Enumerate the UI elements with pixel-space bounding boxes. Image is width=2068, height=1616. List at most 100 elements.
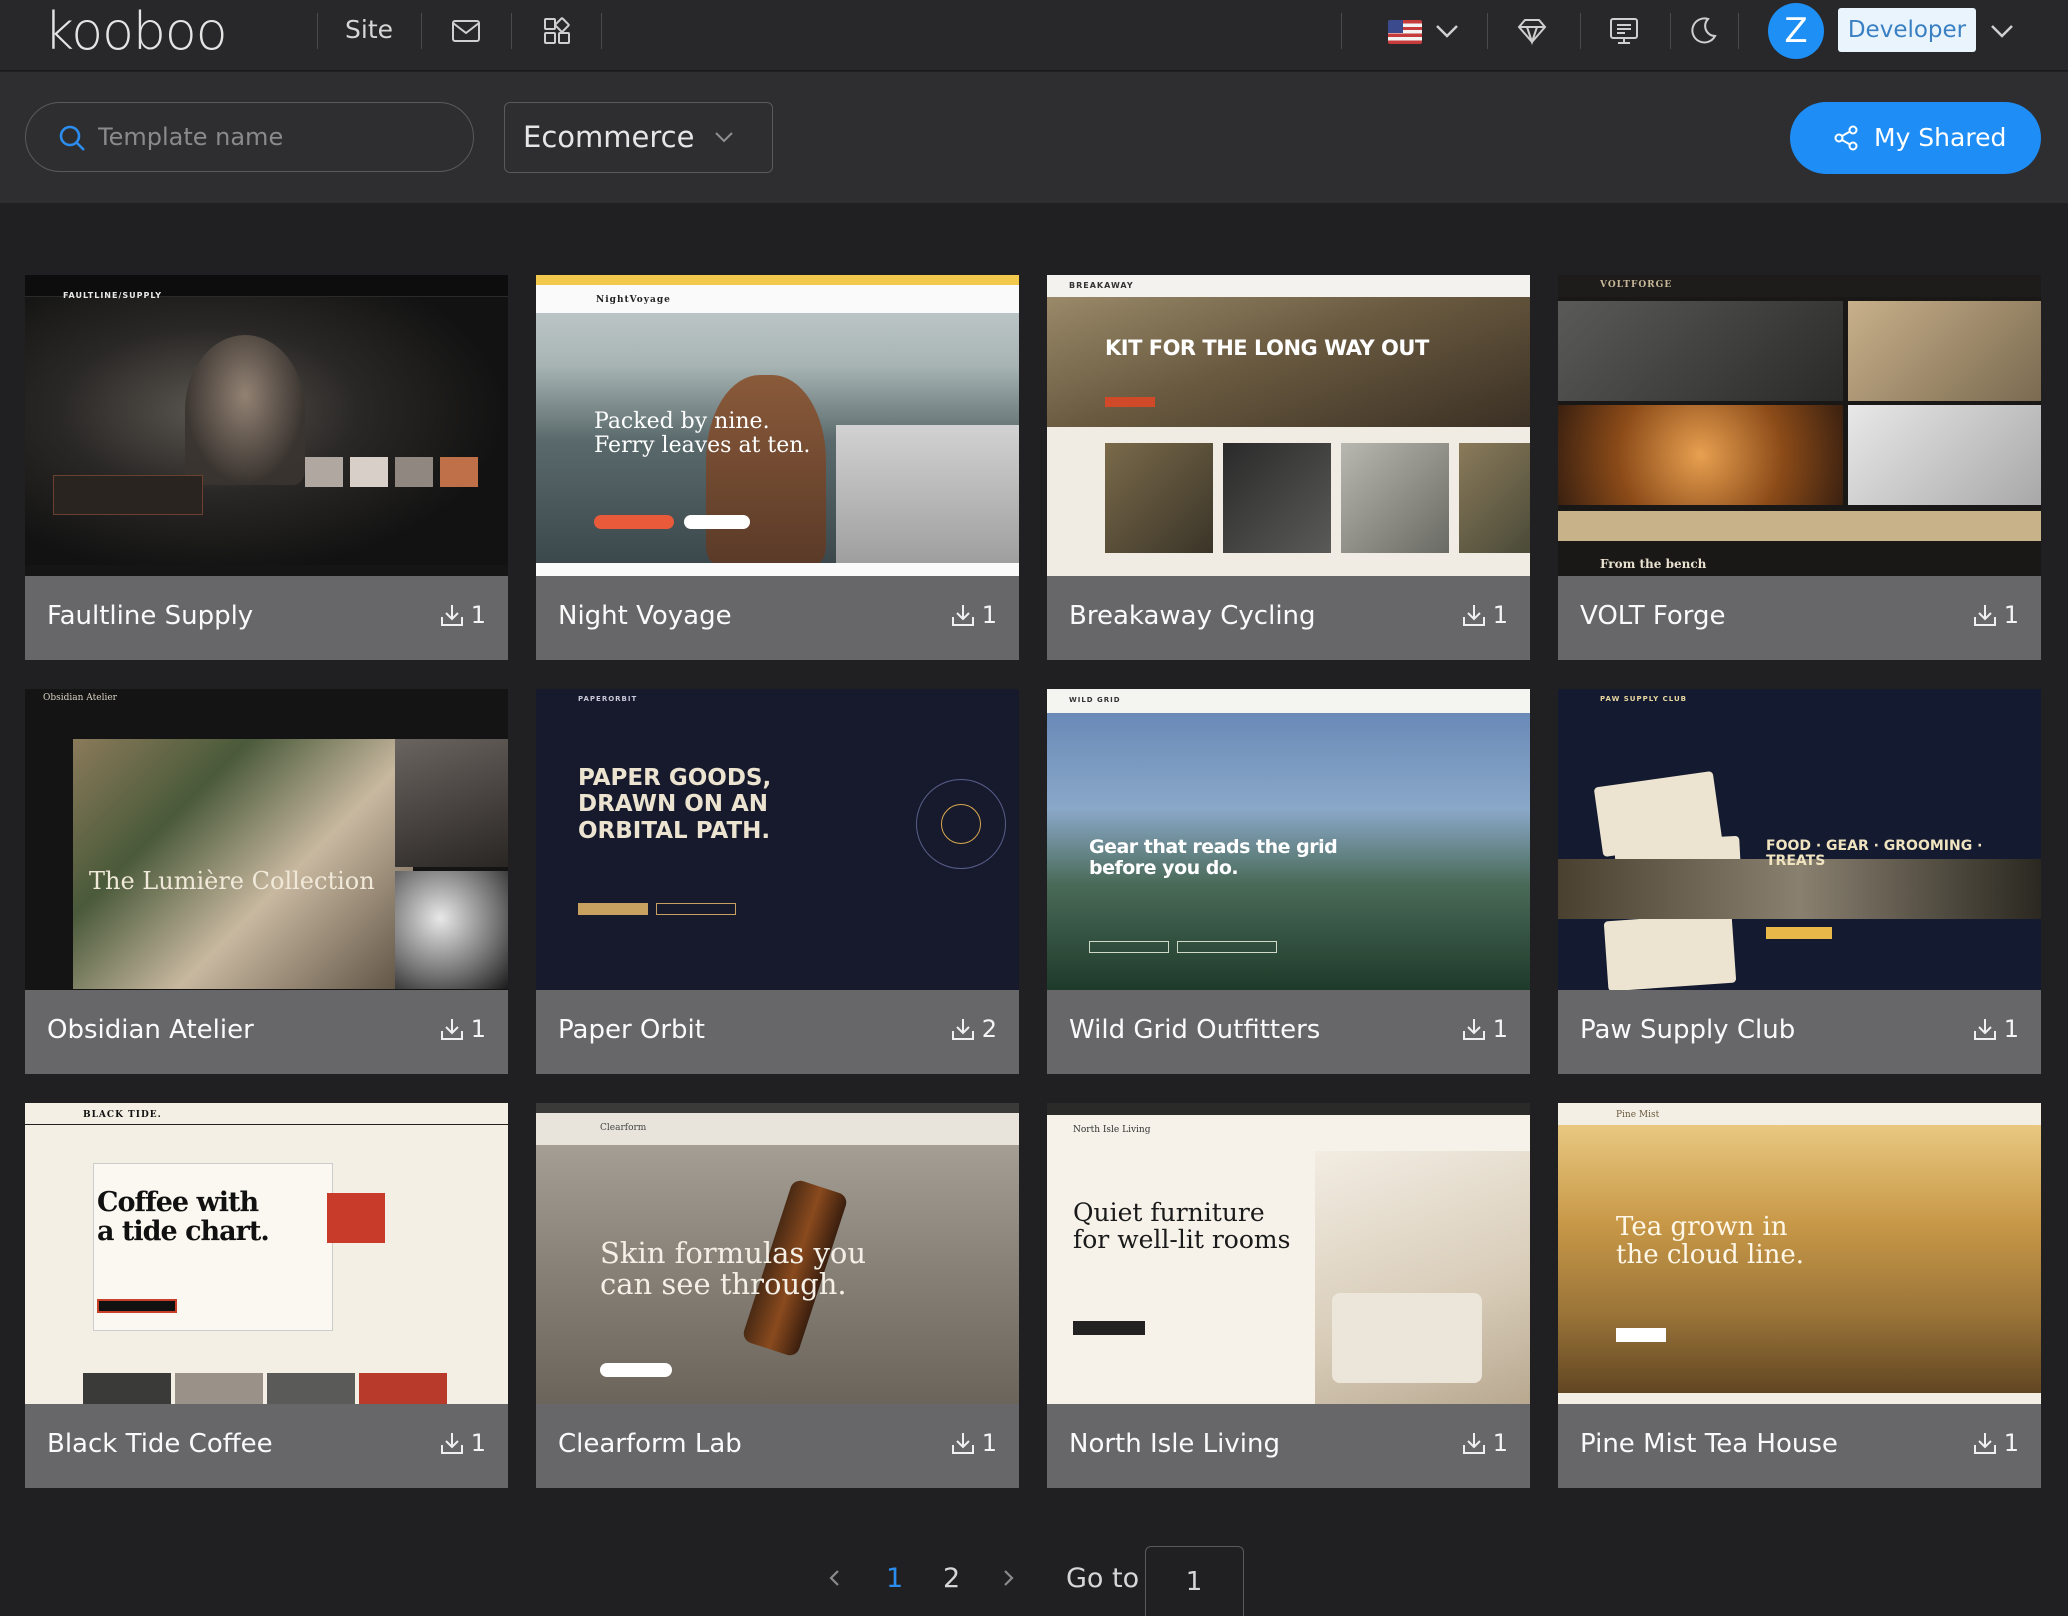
template-card-pine-mist-tea-house[interactable]: Pine Mist Tea grown in the cloud line. Pi… <box>1558 1103 2041 1488</box>
chevron-down-icon[interactable] <box>1433 20 1461 42</box>
dark-mode-moon-icon[interactable] <box>1686 14 1720 48</box>
download-count[interactable]: 1 <box>1461 1429 1508 1459</box>
category-selected-value: Ecommerce <box>523 120 695 154</box>
thumb-brand: Obsidian Atelier <box>43 693 117 703</box>
template-card-volt-forge[interactable]: VOLTFORGE From the bench VOLT Forge 1 <box>1558 275 2041 660</box>
download-count-value: 1 <box>2003 601 2019 629</box>
template-name: Night Voyage <box>558 601 732 631</box>
download-count-value: 1 <box>470 1429 486 1457</box>
nav-site-link[interactable]: Site <box>345 14 393 46</box>
download-icon <box>1462 605 1485 626</box>
thumb-brand: Pine Mist <box>1616 1110 1660 1120</box>
download-icon <box>440 1019 463 1040</box>
goto-page-input[interactable] <box>1146 1564 1242 1600</box>
download-icon <box>1462 1433 1485 1454</box>
divider <box>1487 13 1488 49</box>
template-thumbnail: NightVoyage Packed by nine. Ferry leaves … <box>536 275 1019 576</box>
template-name: Clearform Lab <box>558 1429 742 1459</box>
template-card-north-isle-living[interactable]: North Isle Living Quiet furniture for wel… <box>1047 1103 1530 1488</box>
card-footer: Obsidian Atelier 1 <box>25 990 508 1074</box>
divider <box>1580 13 1581 49</box>
template-name: Paper Orbit <box>558 1015 705 1045</box>
template-name-input[interactable] <box>98 117 448 157</box>
thumb-hero: Quiet furniture for well-lit rooms <box>1073 1198 1291 1254</box>
filter-bar: Ecommerce My Shared <box>0 72 2068 203</box>
download-count-value: 2 <box>981 1015 997 1043</box>
template-card-paw-supply-club[interactable]: PAW SUPPLY CLUB FOOD · GEAR · GROOMING ·… <box>1558 689 2041 1074</box>
user-avatar[interactable]: Z <box>1768 3 1824 59</box>
goto-page-field[interactable] <box>1145 1546 1244 1616</box>
download-count[interactable]: 2 <box>950 1015 997 1045</box>
template-card-breakaway-cycling[interactable]: BREAKAWAY KIT FOR THE LONG WAY OUT Break… <box>1047 275 1530 660</box>
developer-role-button[interactable]: Developer <box>1838 8 1976 52</box>
download-count[interactable]: 1 <box>1461 601 1508 631</box>
chevron-down-icon[interactable] <box>1988 20 2016 42</box>
download-count[interactable]: 1 <box>439 1429 486 1459</box>
pagination-next-icon[interactable] <box>996 1566 1020 1590</box>
mail-icon[interactable] <box>449 14 483 48</box>
divider <box>421 13 422 49</box>
thumb-hero: The Lumière Collection <box>89 867 375 895</box>
download-count-value: 1 <box>470 1015 486 1043</box>
thumb-hero: Gear that reads the grid before you do. <box>1089 836 1338 879</box>
thumb-hero: Coffee with a tide chart. <box>97 1187 270 1248</box>
card-footer: VOLT Forge 1 <box>1558 576 2041 660</box>
my-shared-label: My Shared <box>1874 123 2007 152</box>
template-thumbnail: Clearform Skin formulas you can see throu… <box>536 1103 1019 1404</box>
download-count[interactable]: 1 <box>1972 601 2019 631</box>
template-search[interactable] <box>25 102 474 172</box>
download-icon <box>951 1433 974 1454</box>
download-count-value: 1 <box>470 601 486 629</box>
card-footer: Black Tide Coffee 1 <box>25 1404 508 1488</box>
thumb-hero: Packed by nine. Ferry leaves at ten. <box>594 409 811 458</box>
card-footer: Wild Grid Outfitters 1 <box>1047 990 1530 1074</box>
template-thumbnail: PAW SUPPLY CLUB FOOD · GEAR · GROOMING ·… <box>1558 689 2041 990</box>
download-count[interactable]: 1 <box>439 1015 486 1045</box>
divider <box>1670 13 1671 49</box>
template-card-clearform-lab[interactable]: Clearform Skin formulas you can see throu… <box>536 1103 1019 1488</box>
us-flag-icon[interactable] <box>1388 20 1422 44</box>
thumb-brand: Clearform <box>600 1123 647 1133</box>
template-name: Breakaway Cycling <box>1069 601 1316 631</box>
divider <box>1738 13 1739 49</box>
pagination-page-1[interactable]: 1 <box>886 1563 903 1595</box>
category-select[interactable]: Ecommerce <box>504 102 773 173</box>
template-name: Wild Grid Outfitters <box>1069 1015 1321 1045</box>
my-shared-button[interactable]: My Shared <box>1790 102 2041 174</box>
apps-grid-icon[interactable] <box>540 14 574 48</box>
thumb-hero: PAPER GOODS, DRAWN ON AN ORBITAL PATH. <box>578 765 772 844</box>
pagination-prev-icon[interactable] <box>823 1566 847 1590</box>
template-card-night-voyage[interactable]: NightVoyage Packed by nine. Ferry leaves … <box>536 275 1019 660</box>
divider <box>317 13 318 49</box>
template-card-paper-orbit[interactable]: PAPERORBIT PAPER GOODS, DRAWN ON AN ORBITA… <box>536 689 1019 1074</box>
thumb-brand: FAULTLINE/SUPPLY <box>63 291 163 300</box>
thumb-hero: Skin formulas you can see through. <box>600 1236 867 1302</box>
thumb-brand: WILD GRID <box>1069 696 1121 704</box>
template-card-obsidian-atelier[interactable]: Obsidian Atelier The Lumière Collection … <box>25 689 508 1074</box>
download-count[interactable]: 1 <box>1461 1015 1508 1045</box>
template-name: Pine Mist Tea House <box>1580 1429 1838 1459</box>
search-icon <box>58 124 86 152</box>
download-count[interactable]: 1 <box>1972 1015 2019 1045</box>
template-card-black-tide-coffee[interactable]: BLACK TIDE. Coffee with a tide chart. Bla… <box>25 1103 508 1488</box>
monitor-icon[interactable] <box>1607 14 1641 48</box>
download-count-value: 1 <box>981 601 997 629</box>
pagination-page-2[interactable]: 2 <box>943 1563 960 1595</box>
card-footer: Breakaway Cycling 1 <box>1047 576 1530 660</box>
template-name: Black Tide Coffee <box>47 1429 273 1459</box>
template-name: Obsidian Atelier <box>47 1015 254 1045</box>
thumb-brand: North Isle Living <box>1073 1125 1151 1135</box>
template-name: Paw Supply Club <box>1580 1015 1796 1045</box>
template-card-faultline-supply[interactable]: FAULTLINE/SUPPLY Faultline Supply 1 <box>25 275 508 660</box>
download-count[interactable]: 1 <box>950 601 997 631</box>
download-count[interactable]: 1 <box>439 601 486 631</box>
template-name: VOLT Forge <box>1580 601 1726 631</box>
download-count[interactable]: 1 <box>1972 1429 2019 1459</box>
kooboo-logo[interactable]: kooboo <box>44 6 228 58</box>
template-card-wild-grid-outfitters[interactable]: WILD GRID Gear that reads the grid before… <box>1047 689 1530 1074</box>
download-count-value: 1 <box>981 1429 997 1457</box>
download-icon <box>1973 1433 1996 1454</box>
download-count-value: 1 <box>1492 1015 1508 1043</box>
diamond-icon[interactable] <box>1515 14 1549 48</box>
download-count[interactable]: 1 <box>950 1429 997 1459</box>
